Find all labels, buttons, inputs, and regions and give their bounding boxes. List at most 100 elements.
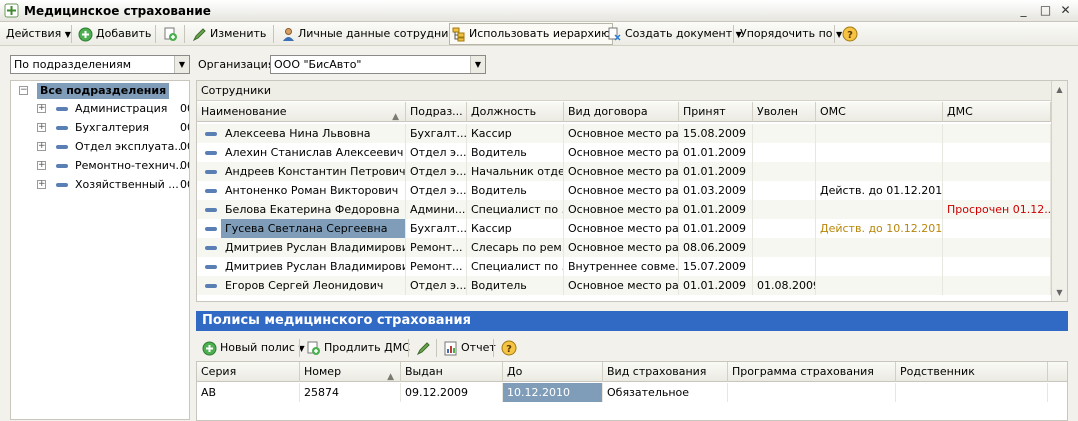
copy-icon (307, 341, 320, 355)
employees-caption-bar: Сотрудники (197, 81, 1067, 101)
table-cell (753, 143, 816, 162)
table-row[interactable]: Дмитриев Руслан Владимирович Ремонт... Сле… (197, 238, 1051, 257)
grouping-select[interactable]: По подразделениям ▼ (10, 55, 190, 74)
add-button[interactable]: Добавить (76, 24, 153, 44)
table-row[interactable]: Алехин Станислав Алексеевич Отдел э... Вод… (197, 143, 1051, 162)
table-cell: Отдел э... (406, 181, 467, 200)
close-icon[interactable]: ✕ (1058, 3, 1073, 18)
table-cell: Гусева Светлана Сергеевна (221, 219, 406, 238)
table-row[interactable]: Алексеева Нина Львовна Бухгалт... Кассир Ос… (197, 124, 1051, 143)
column-header[interactable]: Вид договора (564, 102, 679, 122)
toolbar-separator (184, 25, 185, 43)
column-header[interactable]: ДМС (943, 102, 1051, 122)
column-header[interactable]: Серия (197, 362, 300, 382)
column-header-label: Вид договора (568, 105, 648, 118)
organization-value: ООО "БисАвто" (274, 58, 362, 71)
column-header[interactable]: Родственник (896, 362, 1048, 382)
column-header[interactable]: Должность (467, 102, 564, 122)
table-cell: Специалист по ... (467, 257, 564, 276)
report-button[interactable]: Отчет (442, 338, 498, 358)
table-cell: Дмитриев Руслан Владимирович (221, 238, 406, 257)
table-cell: 08.06.2009 (679, 238, 753, 257)
copy-button[interactable] (161, 24, 183, 44)
column-header[interactable]: Вид страхования (603, 362, 728, 382)
table-row[interactable]: Антоненко Роман Викторович Отдел э... Води… (197, 181, 1051, 200)
tree-item[interactable]: + Хозяйственный ...00 (11, 177, 189, 195)
tree-item[interactable]: + Ремонтно-технич...00 (11, 158, 189, 176)
document-icon (608, 27, 621, 41)
user-icon (283, 27, 294, 41)
chevron-down-icon[interactable]: ▼ (470, 56, 485, 73)
table-cell: Отдел э... (406, 276, 467, 295)
column-header[interactable]: Уволен (753, 102, 816, 122)
column-header[interactable]: ОМС (816, 102, 943, 122)
scroll-down-icon[interactable]: ▼ (1052, 285, 1067, 300)
create-document-menu-button[interactable]: Создать документ ▼ (605, 24, 744, 44)
edit-policy-button[interactable] (414, 338, 436, 358)
column-header[interactable]: Выдан (401, 362, 503, 382)
column-header[interactable]: Наименование ▲ (197, 102, 406, 122)
table-row[interactable]: Андреев Константин Петрович Отдел э... Нач… (197, 162, 1051, 181)
table-cell: Бухгалт... (406, 219, 467, 238)
add-label: Добавить (96, 27, 152, 40)
tree-item[interactable]: + Администрация 00 (11, 101, 189, 119)
table-cell: Основное место ра... (564, 238, 679, 257)
group-icon (56, 164, 68, 168)
expand-icon[interactable]: + (37, 104, 46, 113)
table-cell: 10.12.2010 (503, 383, 603, 402)
table-row[interactable]: Белова Екатерина Федоровна Админи... Специ… (197, 200, 1051, 219)
collapse-icon[interactable]: − (19, 86, 28, 95)
table-cell (753, 219, 816, 238)
group-icon (56, 145, 68, 149)
column-header-label: Выдан (405, 365, 443, 378)
scroll-up-icon[interactable]: ▲ (1052, 82, 1067, 97)
column-header[interactable]: До (503, 362, 603, 382)
table-cell: 01.01.2009 (679, 200, 753, 219)
table-cell (943, 124, 1051, 143)
actions-menu-button[interactable]: Действия ▼ (4, 24, 73, 44)
edit-button[interactable]: Изменить (190, 24, 268, 44)
use-hierarchy-toggle[interactable]: Использовать иерархию (449, 23, 614, 45)
tree-item[interactable]: + Отдел эксплуата...00 (11, 139, 189, 157)
table-row[interactable]: Дмитриев Руслан Владимирович Ремонт... Спе… (197, 257, 1051, 276)
new-policy-menu-button[interactable]: Новый полис ▼ (200, 338, 307, 358)
help-icon: ? (501, 340, 517, 356)
personal-data-button[interactable]: Личные данные сотрудника (280, 24, 464, 44)
expand-icon[interactable]: + (37, 180, 46, 189)
column-header-label: Принят (683, 105, 726, 118)
chevron-down-icon[interactable]: ▼ (174, 56, 189, 73)
table-cell: 01.03.2009 (679, 181, 753, 200)
maximize-icon[interactable]: □ (1038, 3, 1053, 18)
table-row[interactable]: АВ 25874 09.12.2009 10.12.2010 Обязательное (197, 383, 1067, 402)
expand-icon[interactable]: + (37, 142, 46, 151)
column-header-label: До (507, 365, 523, 378)
plus-circle-icon (78, 27, 93, 41)
table-cell (816, 238, 943, 257)
employee-icon (205, 284, 217, 288)
policies-grid-header: Серия Номер ▲ Выдан До Вид страхования Програм… (197, 362, 1067, 382)
extend-dms-button[interactable]: Продлить ДМС (304, 338, 412, 358)
column-header[interactable]: Номер ▲ (300, 362, 401, 382)
table-row[interactable]: Егоров Сергей Леонидович Отдел э... Водите… (197, 276, 1051, 295)
employees-scrollbar[interactable]: ▲ ▼ (1051, 81, 1067, 301)
table-cell: Бухгалт... (406, 124, 467, 143)
help-button[interactable]: ? (840, 24, 863, 44)
expand-icon[interactable]: + (37, 161, 46, 170)
tree-root-label: Все подразделения (37, 83, 170, 99)
table-row[interactable]: Гусева Светлана Сергеевна Бухгалт... Касси… (197, 219, 1051, 238)
table-cell: Кассир (467, 219, 564, 238)
table-cell: Алехин Станислав Алексеевич (221, 143, 406, 162)
policies-help-button[interactable]: ? (499, 338, 522, 358)
expand-icon[interactable]: + (37, 123, 46, 132)
tree-item[interactable]: + Бухгалтерия 00 (11, 120, 189, 138)
column-header[interactable]: Подраз... (406, 102, 467, 122)
table-cell (816, 200, 943, 219)
sort-menu-button[interactable]: Упорядочить по ▼ (738, 24, 844, 44)
table-cell: Начальник отде... (467, 162, 564, 181)
column-header[interactable]: Принят (679, 102, 753, 122)
column-header[interactable]: Программа страхования (728, 362, 896, 382)
minimize-icon[interactable]: _ (1016, 3, 1031, 18)
pencil-icon (192, 27, 206, 41)
tree-item-label: Администрация (75, 102, 168, 115)
organization-select[interactable]: ООО "БисАвто" ▼ (270, 55, 486, 74)
